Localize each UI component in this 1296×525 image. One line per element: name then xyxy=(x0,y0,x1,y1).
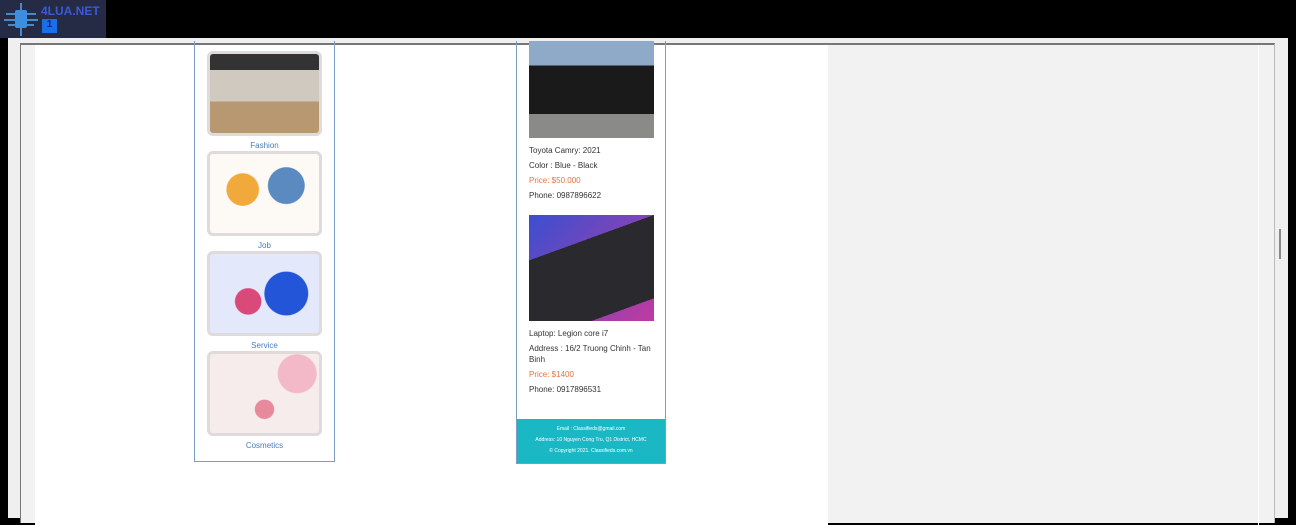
category-panel: Fashion Job Service Cosmetics xyxy=(194,41,335,462)
scrollbar-thumb[interactable] xyxy=(1279,229,1281,259)
category-job[interactable]: Job xyxy=(207,151,322,250)
category-service[interactable]: Service xyxy=(207,251,322,350)
divider xyxy=(1258,45,1259,525)
page-content: Fashion Job Service Cosmetics Toyota Cam… xyxy=(35,41,828,525)
job-image[interactable] xyxy=(207,151,322,236)
ad-car[interactable]: Toyota Camry: 2021 Color : Blue - Black … xyxy=(517,41,665,201)
browser-viewport: Fashion Job Service Cosmetics Toyota Cam… xyxy=(8,38,1288,525)
circuit-chip-icon xyxy=(4,3,38,36)
site-footer: Email : Classifieds@gmail.com Address: 1… xyxy=(517,419,665,463)
page-frame: Fashion Job Service Cosmetics Toyota Cam… xyxy=(20,41,1281,525)
laptop-image[interactable] xyxy=(529,215,654,321)
watermark-logo: 4LUA.NET 1 xyxy=(0,0,106,38)
ad-laptop[interactable]: Laptop: Legion core i7 Address : 16/2 Tr… xyxy=(517,215,667,395)
category-fashion[interactable]: Fashion xyxy=(207,51,322,150)
fashion-image[interactable] xyxy=(207,51,322,136)
ads-panel: Toyota Camry: 2021 Color : Blue - Black … xyxy=(516,41,666,464)
cosmetics-image[interactable] xyxy=(207,351,322,436)
category-cosmetics[interactable]: Cosmetics xyxy=(207,351,322,450)
service-image[interactable] xyxy=(207,251,322,336)
car-image[interactable] xyxy=(529,41,654,138)
